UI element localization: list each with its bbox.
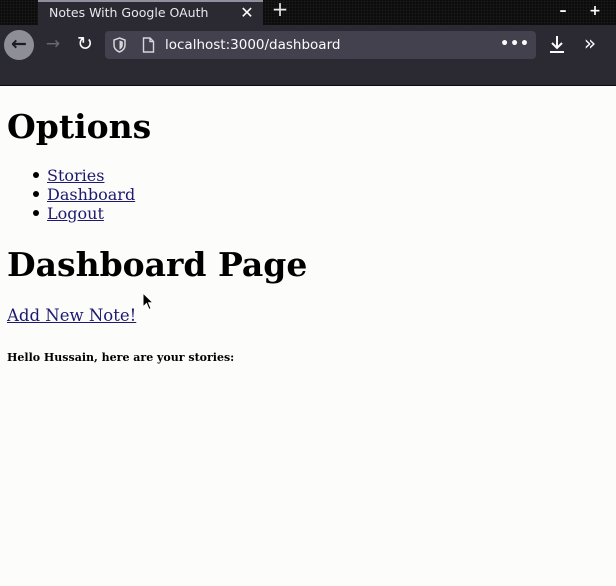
back-button[interactable]: ← — [4, 30, 34, 60]
bullet — [33, 210, 39, 216]
options-heading: Options — [7, 107, 152, 146]
new-tab-button[interactable]: + — [270, 0, 290, 22]
url-text[interactable]: localhost:3000/dashboard — [165, 31, 340, 59]
list-item: Logout — [0, 204, 135, 223]
list-item: Stories — [0, 166, 135, 185]
maximize-icon[interactable]: + — [587, 2, 603, 20]
address-bar[interactable]: localhost:3000/dashboard ••• — [105, 31, 536, 59]
forward-button[interactable]: → — [38, 30, 68, 60]
tab-close-icon[interactable]: ✕ — [240, 3, 254, 22]
page-content: Options Stories Dashboard Logout Dashboa… — [0, 86, 616, 586]
toolbar-strip — [0, 65, 616, 86]
add-new-note-link[interactable]: Add New Note! — [7, 306, 136, 326]
bullet — [33, 172, 39, 178]
tab-title: Notes With Google OAuth — [49, 5, 209, 20]
navigation-toolbar: ← → ↻ localhost:3000/dashboard ••• » — [0, 25, 616, 65]
shield-icon[interactable] — [113, 37, 126, 53]
tab-bar: Notes With Google OAuth ✕ + – + — [0, 0, 616, 25]
stories-link[interactable]: Stories — [47, 166, 104, 185]
logout-link[interactable]: Logout — [47, 204, 104, 223]
download-icon[interactable] — [546, 33, 568, 57]
reload-button[interactable]: ↻ — [70, 30, 100, 60]
bullet — [33, 191, 39, 197]
options-nav-list: Stories Dashboard Logout — [0, 166, 135, 223]
page-actions-menu[interactable]: ••• — [500, 31, 530, 59]
dashboard-link[interactable]: Dashboard — [47, 185, 135, 204]
dashboard-heading: Dashboard Page — [7, 245, 308, 284]
overflow-menu-button[interactable]: » — [578, 31, 602, 57]
mouse-cursor-icon — [142, 292, 154, 311]
minimize-icon[interactable]: – — [555, 2, 571, 20]
page-icon — [142, 37, 155, 53]
tab-active[interactable]: Notes With Google OAuth ✕ — [38, 0, 263, 25]
greeting-text: Hello Hussain, here are your stories: — [7, 351, 235, 364]
list-item: Dashboard — [0, 185, 135, 204]
